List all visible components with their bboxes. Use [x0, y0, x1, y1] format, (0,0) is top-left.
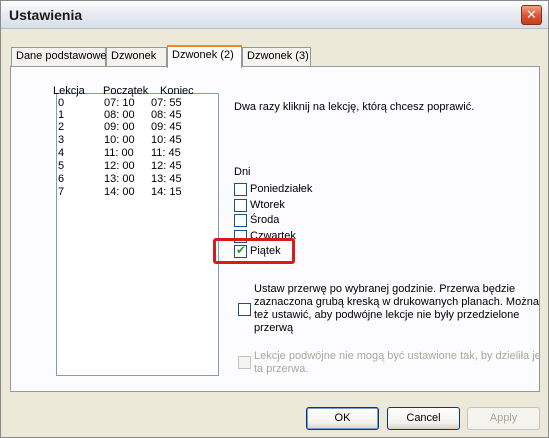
close-icon: ✕ [526, 7, 537, 22]
title-bar: Ustawienia ✕ [1, 1, 548, 29]
lesson-end: 13: 45 [151, 173, 182, 185]
lesson-start: 14: 00 [104, 186, 135, 198]
tab-label: Dzwonek (3) [247, 50, 309, 62]
tab-dane-podstawowe[interactable]: Dane podstawowe [11, 47, 107, 66]
lesson-start: 09: 00 [104, 121, 135, 133]
lesson-number: 3 [58, 134, 65, 146]
tab-label: Dzwonek [111, 50, 157, 62]
lesson-start: 11: 00 [104, 147, 134, 159]
tab-dzwonek-3[interactable]: Dzwonek (3) [242, 47, 311, 66]
tab-label: Dzwonek (2) [172, 49, 234, 61]
checkbox[interactable] [234, 214, 247, 227]
checkbox-label: Poniedziałek [250, 183, 313, 195]
close-button[interactable]: ✕ [521, 5, 542, 25]
settings-dialog: Ustawienia ✕ Dane podstawowe Dzwonek Dzw… [0, 0, 549, 438]
lesson-start: 13: 00 [104, 173, 135, 185]
tab-panel [10, 66, 540, 392]
window-title: Ustawienia [9, 7, 83, 23]
tab-dzwonek-2[interactable]: Dzwonek (2) [167, 45, 242, 68]
lesson-number: 5 [58, 160, 65, 172]
lesson-end: 12: 45 [151, 160, 182, 172]
checkbox-label: Wtorek [250, 199, 285, 211]
column-header-start: Początek [103, 85, 149, 97]
lesson-number: 2 [58, 121, 65, 133]
checkbox[interactable] [234, 183, 247, 196]
lesson-list[interactable] [56, 93, 219, 376]
lesson-end: 10: 45 [151, 134, 182, 146]
lesson-number: 7 [58, 186, 65, 198]
double-lessons-checkbox [238, 356, 251, 369]
lesson-end: 09: 45 [151, 121, 182, 133]
ok-button[interactable]: OK [306, 407, 379, 430]
lesson-end: 07: 55 [151, 97, 182, 109]
tab-label: Dane podstawowe [16, 50, 107, 62]
checkbox-label: Środa [250, 214, 280, 226]
column-header-lesson: Lekcja [53, 85, 85, 97]
lesson-number: 6 [58, 173, 65, 185]
days-label: Dni [234, 166, 251, 178]
lesson-end: 11: 45 [151, 147, 181, 159]
lesson-number: 4 [58, 147, 65, 159]
lesson-end: 14: 15 [151, 186, 182, 198]
lesson-start: 10: 00 [104, 134, 135, 146]
lesson-start: 12: 00 [104, 160, 135, 172]
edit-hint: Dwa razy kliknij na lekcję, którą chcesz… [234, 101, 475, 113]
lesson-start: 07: 10 [104, 97, 135, 109]
lesson-start: 08: 00 [104, 109, 135, 121]
lesson-number: 0 [58, 97, 65, 109]
tab-dzwonek[interactable]: Dzwonek [106, 47, 167, 66]
break-checkbox[interactable] [238, 303, 251, 316]
double-lessons-label: Lekcje podwójne nie mogą być ustawione t… [254, 350, 541, 375]
checkbox[interactable] [234, 199, 247, 212]
column-header-end: Koniec [160, 85, 194, 97]
cancel-button[interactable]: Cancel [387, 407, 460, 430]
lesson-number: 1 [58, 109, 65, 121]
apply-button: Apply [467, 407, 540, 430]
lesson-end: 08: 45 [151, 109, 182, 121]
highlight-frame [213, 238, 295, 264]
break-option-label: Ustaw przerwę po wybranej godzinie. Prze… [254, 283, 539, 334]
